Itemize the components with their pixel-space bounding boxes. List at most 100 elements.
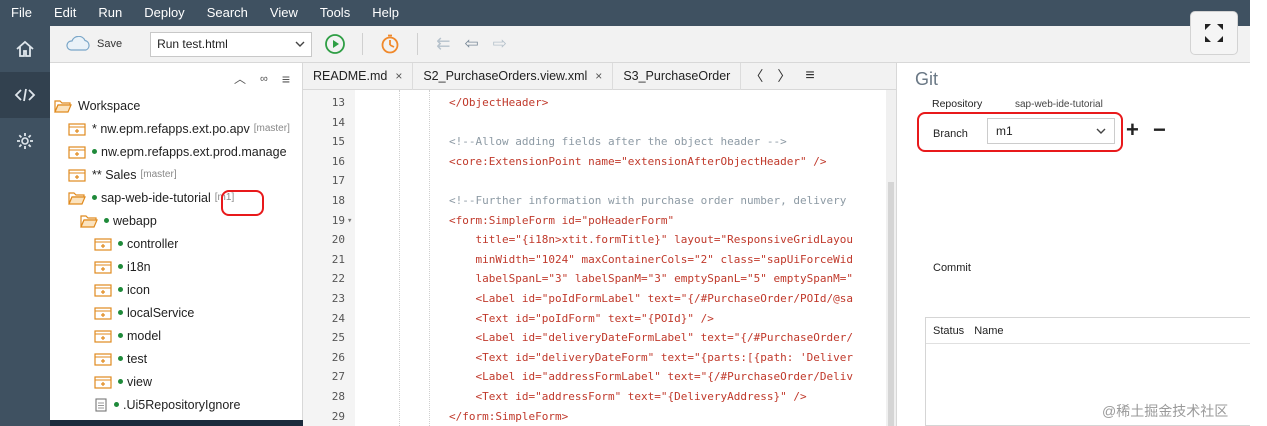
code-text: <Label id="poIdFormLabel" text="{/#Purch…	[449, 292, 853, 305]
line-number: 15	[331, 135, 345, 149]
code-line: 28 <Text id="addressForm" text="{Deliver…	[303, 387, 896, 407]
editor-tab[interactable]: README.md ×	[303, 62, 414, 90]
line-number: 28	[331, 390, 345, 403]
add-branch-button[interactable]: +	[1126, 117, 1139, 143]
tree-item[interactable]: * nw.epm.refapps.ext.po.apv [master]	[50, 117, 302, 140]
code-text: <!--Allow adding fields after the object…	[449, 135, 787, 149]
arrow-right-icon[interactable]: ⇨	[493, 34, 507, 54]
code-line: 13 </ObjectHeader>	[303, 93, 896, 113]
git-pane: Git Repository sap-web-ide-tutorial Bran…	[896, 63, 1251, 426]
tree-item[interactable]: icon	[50, 278, 302, 301]
menu-item-file[interactable]: File	[0, 0, 43, 26]
git-status-dot	[92, 195, 97, 200]
arrow-left-icon[interactable]: ⇦	[464, 34, 478, 54]
tree-root-workspace[interactable]: Workspace	[50, 94, 302, 117]
code-text: </form:SimpleForm>	[449, 409, 569, 423]
run-button[interactable]	[324, 33, 346, 55]
code-editor[interactable]: 13 </ObjectHeader> 14 15 <!--Allow adding fi…	[303, 90, 896, 426]
editor-tab[interactable]: S3_PurchaseOrder	[613, 62, 742, 90]
menu-item-edit[interactable]: Edit	[43, 0, 87, 26]
folder-icon	[80, 214, 98, 228]
tree-item-label: .Ui5RepositoryIgnore	[123, 397, 241, 412]
line-number: 16	[331, 154, 345, 168]
tree-item-label: ** Sales	[92, 167, 137, 182]
branch-tag: [master]	[140, 169, 177, 180]
folder-icon	[94, 352, 112, 366]
close-tab-icon[interactable]: ×	[595, 69, 602, 83]
menu-item-search[interactable]: Search	[196, 0, 259, 26]
status-column-header[interactable]: Status	[933, 325, 964, 337]
tree-item[interactable]: localService	[50, 301, 302, 324]
tree-item[interactable]: model	[50, 324, 302, 347]
tree-item[interactable]: webapp	[50, 209, 302, 232]
code-line: 15 <!--Allow adding fields after the obje…	[303, 132, 896, 152]
commit-label: Commit	[933, 262, 971, 274]
code-text: </ObjectHeader>	[449, 96, 549, 109]
code-editor-icon[interactable]	[0, 72, 50, 118]
git-status-dot	[118, 310, 123, 315]
code-line: 20 title="{i18n>xtit.formTitle}" layout=…	[303, 230, 896, 250]
code-line: 14	[303, 113, 896, 133]
tree-item-label: nw.epm.refapps.ext.prod.manage	[101, 144, 287, 159]
editor-tab[interactable]: S2_PurchaseOrders.view.xml ×	[413, 62, 614, 90]
git-status-dot	[118, 264, 123, 269]
tree-item-label: i18n	[127, 259, 151, 274]
code-text: <Text id="deliveryDateForm" text="{parts…	[449, 350, 853, 364]
run-configuration-select[interactable]: Run test.html	[150, 31, 313, 57]
menu-item-help[interactable]: Help	[361, 0, 410, 26]
tree-item[interactable]: nw.epm.refapps.ext.prod.manage	[50, 140, 302, 163]
tree-item[interactable]: test	[50, 347, 302, 370]
collapse-icon[interactable]: ︿	[234, 70, 246, 87]
menu-item-tools[interactable]: Tools	[309, 0, 361, 26]
git-status-dot	[92, 149, 97, 154]
fold-toggle-icon[interactable]: ▾	[347, 211, 352, 231]
step-back-icon[interactable]: ⇇	[436, 34, 450, 54]
tree-item-label: Workspace	[78, 98, 141, 113]
menu-item-view[interactable]: View	[259, 0, 309, 26]
tree-item[interactable]: sap-web-ide-tutorial [m1]	[50, 186, 302, 209]
line-number: 13	[331, 96, 345, 109]
tree-item-label: model	[127, 328, 162, 343]
tree-item[interactable]: ** Sales [master]	[50, 163, 302, 186]
branch-highlight	[917, 112, 1123, 152]
git-status-dot	[118, 356, 123, 361]
save-label: Save	[97, 38, 123, 50]
code-line: 16 <core:ExtensionPoint name="extensionAf…	[303, 152, 896, 172]
remove-branch-button[interactable]: −	[1153, 117, 1166, 143]
folder-icon	[94, 283, 112, 297]
line-number: 17	[331, 174, 345, 188]
code-text: <Label id="addressFormLabel" text="{/#Pu…	[449, 370, 853, 384]
tab-menu-icon[interactable]: ≡	[805, 67, 814, 85]
close-tab-icon[interactable]: ×	[395, 69, 402, 83]
code-line: 29 </form:SimpleForm>	[303, 407, 896, 426]
tree-item[interactable]: controller	[50, 232, 302, 255]
menu-item-deploy[interactable]: Deploy	[133, 0, 195, 26]
toolbar: Save Run test.html ⇇ ⇦ ⇨	[50, 26, 1250, 63]
expand-icon	[1205, 24, 1223, 42]
debug-button[interactable]	[379, 33, 401, 55]
editor-scrollbar[interactable]	[886, 90, 896, 426]
menu-item-run[interactable]: Run	[87, 0, 133, 26]
home-icon[interactable]	[0, 26, 50, 72]
fullscreen-button[interactable]	[1190, 11, 1238, 55]
folder-icon	[68, 122, 86, 136]
settings-gear-icon[interactable]	[0, 118, 50, 164]
git-status-dot	[118, 287, 123, 292]
folder-icon	[94, 237, 112, 251]
tree-item[interactable]: .Ui5RepositoryIgnore	[50, 393, 302, 416]
tree-item[interactable]: i18n	[50, 255, 302, 278]
save-button[interactable]: Save	[64, 36, 122, 52]
line-number: 14	[331, 115, 345, 129]
page-margin	[1250, 0, 1267, 426]
tab-scroll-right-icon[interactable]: 〉	[777, 66, 791, 86]
file-icon	[94, 397, 108, 412]
tree-item[interactable]: view	[50, 370, 302, 393]
link-editor-icon[interactable]: ∞	[260, 73, 268, 85]
code-text: <Label id="deliveryDateFormLabel" text="…	[449, 331, 853, 345]
tab-scroll-left-icon[interactable]: 〈	[749, 66, 763, 86]
tree-header: ︿ ∞ ≡	[50, 63, 302, 94]
tree-menu-icon[interactable]: ≡	[282, 71, 290, 87]
folder-icon	[94, 260, 112, 274]
code-text: <Text id="addressForm" text="{DeliveryAd…	[449, 390, 807, 403]
name-column-header[interactable]: Name	[974, 325, 1003, 337]
